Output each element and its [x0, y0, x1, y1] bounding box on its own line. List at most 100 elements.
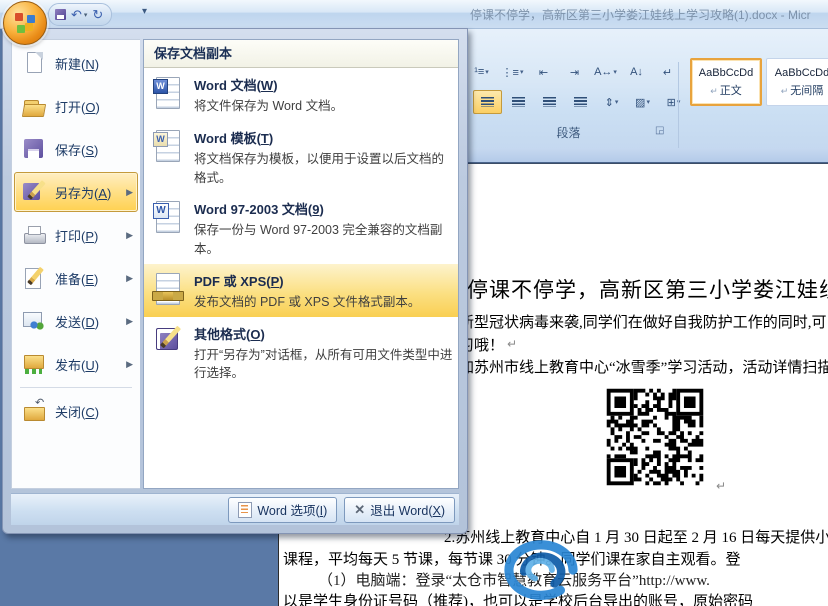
asian-layout-icon[interactable]: A↔▾: [591, 60, 620, 84]
submenu-arrow-icon: ▶: [126, 230, 133, 241]
option-title: Word 文档(W): [194, 75, 450, 94]
menu-item-P[interactable]: 打印(P)▶: [14, 215, 138, 255]
align-left-icon: [481, 97, 494, 107]
style-name: ↵正文: [710, 82, 742, 98]
word-window: ↶ ▾ ↻ ▾ 停课不停学，高新区第三小学娄江娃线上学习攻略(1).docx -…: [0, 0, 828, 606]
submenu-arrow-icon: ▶: [126, 359, 133, 370]
option-description: 打开“另存为”对话框，从所有可用文件类型中进行选择。: [194, 346, 456, 384]
document-line: 加苏州市线上教育中心“冰雪季”学习活动，活动详情扫描二: [459, 356, 828, 377]
sort-icon[interactable]: A↓: [622, 60, 651, 84]
submenu-arrow-icon: ▶: [126, 273, 133, 284]
dropdown-arrow-icon: ▾: [485, 68, 489, 76]
office-menu: 新建(N)打开(O)保存(S)另存为(A)▶打印(P)▶准备(E)▶发送(D)▶…: [2, 28, 468, 534]
multilevel-list-icon[interactable]: ⋮≡▾: [498, 60, 527, 84]
option-description: 将文件保存为 Word 文档。: [194, 97, 456, 116]
paragraph-dialog-launcher-icon[interactable]: ◲: [655, 125, 664, 136]
menu-item-label: 打开(O): [55, 97, 133, 116]
submenu-arrow-icon: ▶: [126, 316, 133, 327]
save-as-option-9[interactable]: Word 97-2003 文档(9) 保存一份与 Word 97-2003 完全兼…: [144, 192, 458, 264]
new-document-icon: [21, 51, 47, 75]
shading-icon[interactable]: ▨▾: [628, 90, 657, 114]
pilcrow-mark: ↵: [781, 86, 789, 96]
menu-item-label: 发送(D): [55, 312, 118, 331]
menu-separator: [20, 387, 132, 388]
option-description: 保存一份与 Word 97-2003 完全兼容的文档副本。: [194, 221, 456, 259]
dropdown-arrow-icon: ▾: [615, 98, 619, 106]
align-center-icon: [512, 97, 525, 107]
exit-word-button[interactable]: ✕ 退出 Word(X): [344, 497, 455, 523]
quick-access-toolbar: ↶ ▾ ↻: [48, 3, 112, 26]
open-folder-icon: [21, 94, 47, 118]
menu-item-A[interactable]: 另存为(A) ▶: [14, 172, 138, 212]
decrease-indent-icon[interactable]: ⇤: [529, 60, 558, 84]
prepare-icon: [21, 266, 47, 290]
menu-item-label: 准备(E): [55, 269, 118, 288]
option-description: 将文档保存为模板，以便用于设置以后文档的格式。: [194, 150, 456, 188]
option-title: PDF 或 XPS(P): [194, 271, 450, 290]
ribbon: ¹≡▾⋮≡▾⇤⇥A↔▾A↓↵ ⇕▾▨▾⊞▾ 段落 ◲ AaBbCcDd↵正文Aa…: [459, 28, 828, 163]
word-97-2003-icon: [152, 199, 184, 235]
ribbon-group-separator: [678, 62, 679, 148]
save-icon: [21, 137, 47, 161]
save-as-icon: [21, 180, 47, 204]
option-description: 发布文档的 PDF 或 XPS 文件格式副本。: [194, 293, 456, 312]
publish-icon: [21, 352, 47, 376]
distribute-icon[interactable]: [566, 90, 595, 114]
align-left-icon[interactable]: [473, 90, 502, 114]
align-center-icon[interactable]: [504, 90, 533, 114]
style-正文[interactable]: AaBbCcDd ↵正文: [690, 58, 762, 106]
borders-icon[interactable]: ⊞▾: [659, 90, 688, 114]
office-button[interactable]: [3, 1, 47, 45]
dropdown-arrow-icon: ▾: [520, 68, 524, 76]
distribute-icon: [574, 97, 587, 107]
paragraph-group-row1: ¹≡▾⋮≡▾⇤⇥A↔▾A↓↵: [467, 60, 682, 84]
customize-quick-access-icon[interactable]: ▾: [142, 6, 147, 17]
align-right-icon[interactable]: [535, 90, 564, 114]
other-formats-icon: [152, 324, 184, 360]
title-bar: ↶ ▾ ↻ ▾ 停课不停学，高新区第三小学娄江娃线上学习攻略(1).docx -…: [0, 0, 828, 29]
pdf-xps-icon: [152, 271, 184, 307]
menu-item-D[interactable]: 发送(D) ▶: [14, 301, 138, 341]
undo-icon[interactable]: ↶: [71, 8, 82, 21]
redo-icon[interactable]: ↻: [92, 8, 103, 21]
styles-gallery: AaBbCcDd↵正文AaBbCcDd↵无间隔: [690, 58, 828, 106]
increase-indent-icon[interactable]: ⇥: [560, 60, 589, 84]
office-menu-left-column: 新建(N)打开(O)保存(S)另存为(A)▶打印(P)▶准备(E)▶发送(D)▶…: [11, 39, 140, 489]
menu-item-label: 另存为(A): [55, 183, 118, 202]
save-as-option-O[interactable]: 其他格式(O) 打开“另存为”对话框，从所有可用文件类型中进行选择。: [144, 317, 458, 389]
line-spacing-icon[interactable]: ⇕▾: [597, 90, 626, 114]
dropdown-arrow-icon: ▾: [646, 98, 650, 106]
word-options-icon: [238, 502, 252, 518]
menu-item-U[interactable]: 发布(U)▶: [14, 344, 138, 384]
word-options-button[interactable]: Word 选项(I): [228, 497, 337, 523]
pilcrow-mark: ↵: [507, 337, 517, 351]
office-menu-footer: Word 选项(I) ✕ 退出 Word(X): [11, 493, 459, 525]
ribbon-bottom-band: [459, 148, 828, 163]
style-sample: AaBbCcDd: [699, 67, 753, 79]
close-folder-icon: [21, 399, 47, 423]
dropdown-arrow-icon: ▾: [613, 68, 617, 76]
option-title: 其他格式(O): [194, 324, 450, 343]
word-document-icon: [152, 75, 184, 111]
pilcrow-mark: ↵: [716, 479, 726, 493]
option-title: Word 97-2003 文档(9): [194, 199, 450, 218]
save-as-option-W[interactable]: Word 文档(W) 将文件保存为 Word 文档。: [144, 68, 458, 121]
qr-code: [598, 381, 712, 493]
menu-item-O[interactable]: 打开(O): [14, 86, 138, 126]
undo-dropdown-icon[interactable]: ▾: [84, 11, 88, 19]
menu-item-E[interactable]: 准备(E) ▶: [14, 258, 138, 298]
style-sample: AaBbCcDd: [775, 67, 828, 79]
menu-item-label: 关闭(C): [55, 402, 133, 421]
numbering-icon[interactable]: ¹≡▾: [467, 60, 496, 84]
submenu-arrow-icon: ▶: [126, 187, 133, 198]
save-icon[interactable]: [55, 9, 66, 20]
menu-item-N[interactable]: 新建(N): [14, 43, 138, 83]
style-无间隔[interactable]: AaBbCcDd↵无间隔: [766, 58, 828, 106]
menu-item-S[interactable]: 保存(S): [14, 129, 138, 169]
menu-item-label: 保存(S): [55, 140, 133, 159]
save-as-option-P[interactable]: PDF 或 XPS(P) 发布文档的 PDF 或 XPS 文件格式副本。: [144, 264, 458, 317]
window-title: 停课不停学，高新区第三小学娄江娃线上学习攻略(1).docx - Micr: [470, 6, 828, 23]
save-copy-panel-header: 保存文档副本: [144, 40, 458, 68]
menu-item-C[interactable]: 关闭(C): [14, 391, 138, 431]
save-as-option-T[interactable]: Word 模板(T)将文档保存为模板，以便用于设置以后文档的格式。: [144, 121, 458, 193]
